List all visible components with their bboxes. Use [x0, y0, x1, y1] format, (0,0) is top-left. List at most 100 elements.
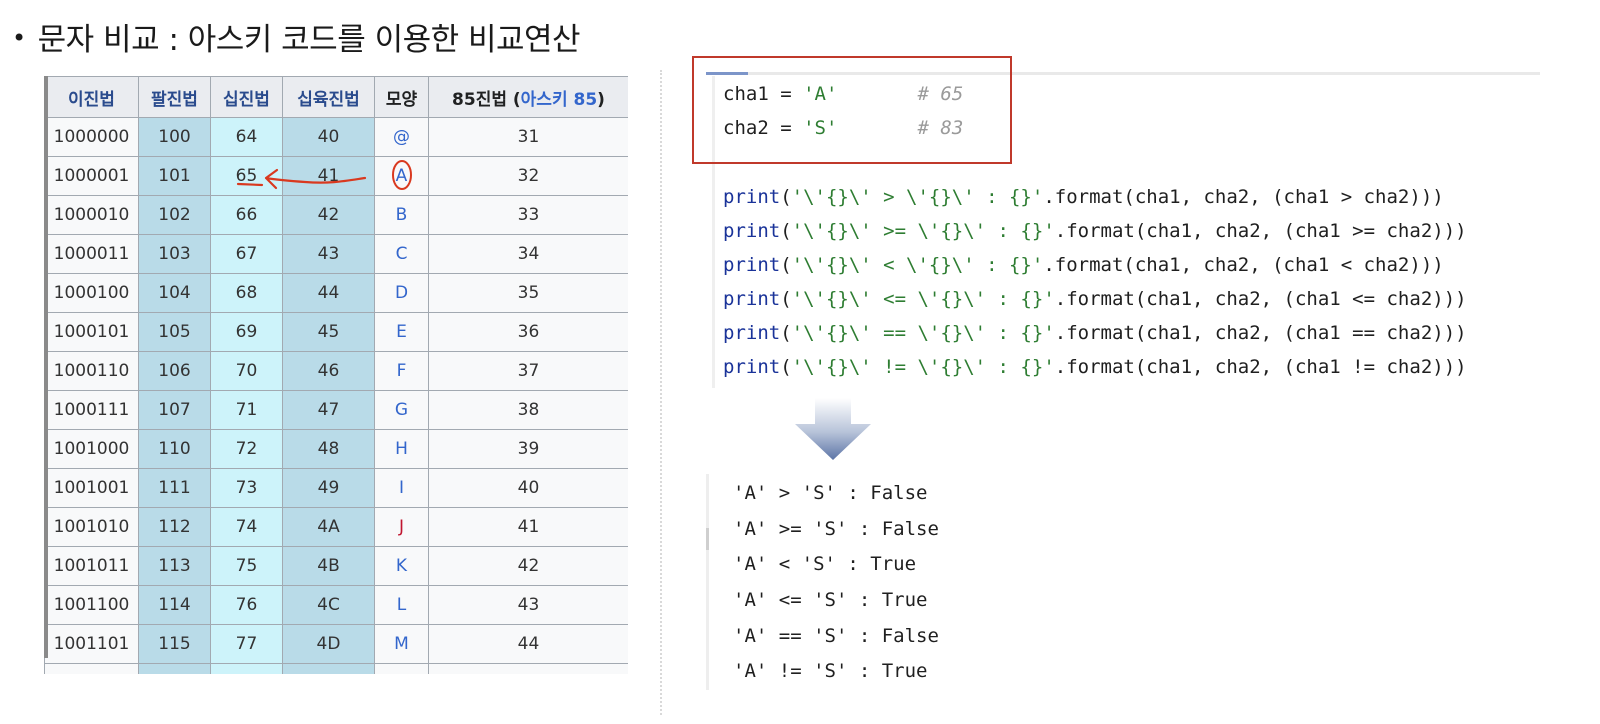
shape-cell[interactable]: G	[374, 390, 429, 430]
octal-cell: 105	[138, 312, 211, 352]
format-call: .format(cha1, cha2, (cha1 != cha2)))	[1054, 356, 1467, 378]
shape-cell[interactable]: C	[374, 234, 429, 274]
shape-cell[interactable]: F	[374, 351, 429, 391]
format-call: .format(cha1, cha2, (cha1 <= cha2)))	[1054, 288, 1467, 310]
table-row: 1001101 115 77 4D M 44	[44, 624, 628, 664]
table-row: 1000000 100 64 40 @31	[44, 117, 628, 157]
open-paren: (	[780, 356, 792, 378]
decimal-cell: 68	[210, 273, 283, 313]
binary-cell: 1000001	[44, 156, 139, 196]
print-fn: print	[723, 254, 781, 276]
decimal-cell: 71	[210, 390, 283, 430]
base85-cell: 33	[428, 195, 628, 235]
header-hex[interactable]: 십육진법	[282, 76, 375, 118]
open-paren: (	[780, 322, 792, 344]
slide-title: • 문자 비교 : 아스키 코드를 이용한 비교연산	[12, 14, 581, 59]
decimal-cell: 67	[210, 234, 283, 274]
print-fn: print	[723, 322, 781, 344]
hex-cell: 40	[282, 117, 375, 157]
table-row: 1000001 101 65 41 A 32	[44, 156, 628, 196]
format-string: '\'{}\' > \'{}\' : {}'	[791, 186, 1044, 208]
output-line: 'A' >= 'S' : False	[733, 518, 939, 540]
table-row: 1000011 103 67 43 C 34	[44, 234, 628, 274]
table-cell-partial	[374, 663, 429, 674]
code-line-print[interactable]: print('\'{}\' > \'{}\' : {}'.format(cha1…	[723, 186, 1444, 208]
octal-cell: 110	[138, 429, 211, 469]
format-string: '\'{}\' != \'{}\' : {}'	[791, 356, 1055, 378]
shape-cell[interactable]: E	[374, 312, 429, 352]
binary-cell: 1001001	[44, 468, 139, 508]
hex-cell: 41	[282, 156, 375, 196]
format-call: .format(cha1, cha2, (cha1 < cha2)))	[1043, 254, 1444, 276]
output-line: 'A' <= 'S' : True	[733, 589, 928, 611]
open-paren: (	[780, 288, 792, 310]
output-line: 'A' > 'S' : False	[733, 482, 928, 504]
hex-cell: 49	[282, 468, 375, 508]
octal-cell: 111	[138, 468, 211, 508]
base85-cell: 38	[428, 390, 628, 430]
shape-cell[interactable]: K	[374, 546, 429, 586]
table-row-partial	[44, 663, 628, 674]
octal-cell: 102	[138, 195, 211, 235]
binary-cell: 1000101	[44, 312, 139, 352]
shape-cell[interactable]: I	[374, 468, 429, 508]
table-cell-partial	[282, 663, 375, 674]
decimal-cell: 72	[210, 429, 283, 469]
shape-cell[interactable]: J	[374, 507, 429, 547]
header-shape: 모양	[374, 76, 429, 118]
decimal-cell: 65	[210, 156, 283, 196]
table-row: 1001011 113 75 4B K 42	[44, 546, 628, 586]
octal-cell: 103	[138, 234, 211, 274]
format-call: .format(cha1, cha2, (cha1 == cha2)))	[1054, 322, 1467, 344]
table-left-edge	[44, 76, 48, 658]
base85-cell: 37	[428, 351, 628, 391]
table-cell-partial	[44, 663, 139, 674]
code-line-print[interactable]: print('\'{}\' >= \'{}\' : {}'.format(cha…	[723, 220, 1467, 242]
ascii85-link[interactable]: 아스키 85	[521, 90, 598, 110]
binary-cell: 1001010	[44, 507, 139, 547]
shape-cell[interactable]: A	[374, 156, 429, 196]
table-cell-partial	[428, 663, 628, 674]
hex-cell: 47	[282, 390, 375, 430]
hex-cell: 42	[282, 195, 375, 235]
octal-cell: 100	[138, 117, 211, 157]
shape-cell[interactable]: B	[374, 195, 429, 235]
output-gutter-marker	[706, 528, 709, 550]
table-row: 1000100 104 68 44 D 35	[44, 273, 628, 313]
octal-cell: 113	[138, 546, 211, 586]
octal-cell: 112	[138, 507, 211, 547]
output-gutter	[706, 474, 709, 690]
open-paren: (	[780, 186, 792, 208]
octal-cell: 101	[138, 156, 211, 196]
print-fn: print	[723, 220, 781, 242]
header-binary[interactable]: 이진법	[44, 76, 139, 118]
code-line-print[interactable]: print('\'{}\' < \'{}\' : {}'.format(cha1…	[723, 254, 1444, 276]
code-line-print[interactable]: print('\'{}\' <= \'{}\' : {}'.format(cha…	[723, 288, 1467, 310]
hex-cell: 4B	[282, 546, 375, 586]
binary-cell: 1001101	[44, 624, 139, 664]
decimal-cell: 73	[210, 468, 283, 508]
shape-cell[interactable]: D	[374, 273, 429, 313]
binary-cell: 1000100	[44, 273, 139, 313]
header-base85-prefix: 85진법 (	[452, 89, 521, 110]
shape-cell[interactable]: H	[374, 429, 429, 469]
shape-cell[interactable]: @	[374, 117, 429, 157]
shape-cell[interactable]: M	[374, 624, 429, 664]
hex-cell: 4D	[282, 624, 375, 664]
header-base85-suffix: )	[597, 89, 605, 110]
table-row: 1001100 114 76 4C L 43	[44, 585, 628, 625]
code-line-print[interactable]: print('\'{}\' != \'{}\' : {}'.format(cha…	[723, 356, 1467, 378]
base85-cell: 41	[428, 507, 628, 547]
hex-cell: 48	[282, 429, 375, 469]
header-decimal[interactable]: 십진법	[210, 76, 283, 118]
format-string: '\'{}\' < \'{}\' : {}'	[791, 254, 1044, 276]
decimal-cell: 69	[210, 312, 283, 352]
base85-cell: 32	[428, 156, 628, 196]
decimal-cell: 70	[210, 351, 283, 391]
shape-cell[interactable]: L	[374, 585, 429, 625]
base85-cell: 44	[428, 624, 628, 664]
header-octal[interactable]: 팔진법	[138, 76, 211, 118]
binary-cell: 1001100	[44, 585, 139, 625]
code-line-print[interactable]: print('\'{}\' == \'{}\' : {}'.format(cha…	[723, 322, 1467, 344]
binary-cell: 1001000	[44, 429, 139, 469]
